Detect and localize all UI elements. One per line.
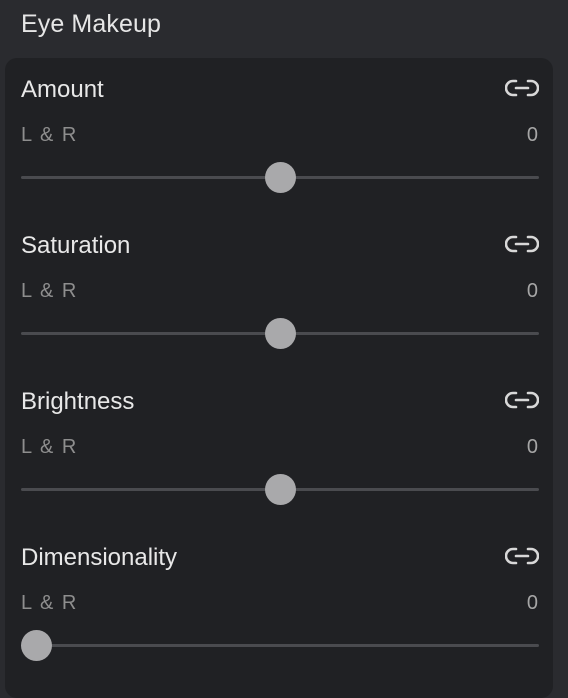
amount-slider[interactable]	[21, 160, 539, 194]
control-label: Saturation	[21, 232, 131, 259]
control-value: 0	[526, 592, 538, 614]
slider-thumb[interactable]	[21, 630, 52, 661]
side-label: L & R	[21, 592, 78, 614]
brightness-slider[interactable]	[21, 472, 539, 506]
dimensionality-slider[interactable]	[21, 628, 539, 662]
control-value: 0	[526, 280, 538, 302]
brightness-control: Brightness L & R 0	[21, 370, 539, 510]
control-value: 0	[526, 124, 538, 146]
control-value: 0	[526, 436, 538, 458]
dimensionality-control: Dimensionality L & R 0	[21, 526, 539, 666]
side-label: L & R	[21, 124, 78, 146]
saturation-slider[interactable]	[21, 316, 539, 350]
slider-thumb[interactable]	[264, 162, 296, 193]
side-label: L & R	[21, 280, 78, 302]
saturation-control: Saturation L & R 0	[21, 214, 539, 354]
panel-title: Eye Makeup	[21, 10, 161, 38]
slider-track	[21, 644, 539, 647]
eye-makeup-card: Amount L & R 0 Saturation L & R 0 Bright…	[5, 58, 553, 698]
control-label: Dimensionality	[21, 544, 178, 571]
slider-thumb[interactable]	[264, 318, 296, 349]
control-label: Brightness	[21, 388, 135, 415]
link-icon[interactable]	[505, 388, 539, 412]
link-icon[interactable]	[505, 544, 539, 568]
control-label: Amount	[21, 76, 104, 103]
slider-thumb[interactable]	[264, 474, 296, 505]
link-icon[interactable]	[505, 232, 539, 256]
side-label: L & R	[21, 436, 78, 458]
link-icon[interactable]	[505, 76, 539, 100]
amount-control: Amount L & R 0	[21, 58, 539, 198]
